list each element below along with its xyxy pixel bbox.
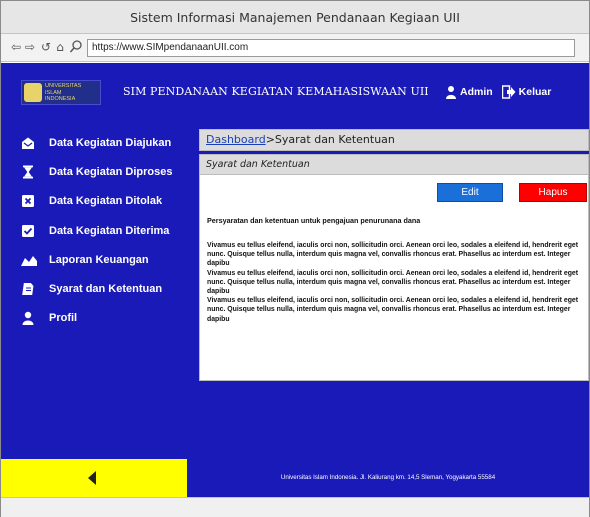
university-logo[interactable]: UNIVERSITAS ISLAM INDONESIA [21, 80, 101, 105]
app-header: UNIVERSITAS ISLAM INDONESIA SIM PENDANAA… [1, 63, 589, 121]
sidebar-item-profil[interactable]: Profil [21, 309, 77, 327]
back-icon[interactable]: ⇦ [9, 40, 23, 54]
seal-icon [24, 83, 42, 102]
sidebar-item-label: Data Kegiatan Diterima [49, 225, 170, 237]
logout-link[interactable]: Keluar [519, 86, 552, 98]
sidebar-item-label: Syarat dan Ketentuan [49, 283, 163, 295]
terms-body: Vivamus eu tellus eleifend, iaculis orci… [207, 241, 587, 324]
reload-icon[interactable]: ↺ [39, 40, 53, 54]
sidebar-item-ditolak[interactable]: Data Kegiatan Ditolak [21, 192, 162, 210]
user-icon [22, 311, 34, 325]
sidebar-item-diproses[interactable]: Data Kegiatan Diproses [21, 163, 172, 181]
chevron-left-icon[interactable] [88, 471, 96, 485]
forward-icon[interactable]: ⇨ [23, 40, 37, 54]
sidebar-item-label: Profil [49, 312, 78, 324]
hourglass-icon [23, 165, 33, 179]
delete-button[interactable]: Hapus [519, 183, 587, 202]
breadcrumb-separator: > [265, 133, 275, 146]
user-area: Admin Keluar [445, 84, 551, 100]
edit-button[interactable]: Edit [437, 183, 503, 202]
app-title: SIM PENDANAAN KEGIATAN KEMAHASISWAAN UII [123, 85, 429, 98]
logout-icon [501, 85, 516, 99]
window-title: Sistem Informasi Manajemen Pendanaan Keg… [1, 1, 589, 34]
footer-address: Universitas Islam Indonesia. Jl. Kaliura… [187, 459, 589, 497]
browser-statusbar [1, 497, 589, 517]
document-icon [22, 283, 34, 295]
sidebar-collapse-area[interactable] [1, 459, 187, 497]
inbox-icon [22, 137, 34, 149]
panel-title: Syarat dan Ketentuan [200, 155, 588, 175]
sidebar-item-diterima[interactable]: Data Kegiatan Diterima [21, 222, 169, 240]
terms-paragraph: Vivamus eu tellus eleifend, iaculis orci… [207, 297, 579, 323]
x-box-icon [22, 195, 34, 207]
sidebar-item-label: Data Kegiatan Diajukan [49, 137, 172, 149]
terms-panel: Syarat dan Ketentuan Edit Hapus Persyara… [199, 154, 589, 381]
admin-link[interactable]: Admin [460, 86, 493, 98]
breadcrumb-current: Syarat dan Ketentuan [274, 133, 395, 146]
sidebar-item-syarat[interactable]: Syarat dan Ketentuan [21, 280, 162, 298]
browser-window: Sistem Informasi Manajemen Pendanaan Keg… [0, 0, 590, 517]
sidebar-item-label: Data Kegiatan Ditolak [49, 195, 163, 207]
browser-toolbar: ⇦ ⇨ ↺ ⌂ https://www.SIMpendanaanUII.com [1, 34, 589, 62]
sidebar: Data Kegiatan Diajukan Data Kegiatan Dip… [1, 121, 187, 459]
terms-subtitle: Persyaratan dan ketentuan untuk pengajua… [207, 216, 421, 225]
sidebar-item-diajukan[interactable]: Data Kegiatan Diajukan [21, 134, 171, 152]
sidebar-item-label: Laporan Keuangan [49, 254, 149, 266]
breadcrumb-dashboard-link[interactable]: Dashboard [206, 133, 266, 146]
terms-paragraph: Vivamus eu tellus eleifend, iaculis orci… [207, 242, 579, 268]
sidebar-item-laporan[interactable]: Laporan Keuangan [21, 251, 149, 269]
home-icon[interactable]: ⌂ [53, 40, 67, 54]
search-icon [69, 40, 82, 53]
terms-paragraph: Vivamus eu tellus eleifend, iaculis orci… [207, 269, 579, 296]
sidebar-item-label: Data Kegiatan Diproses [49, 166, 173, 178]
user-icon [446, 86, 456, 99]
breadcrumb: Dashboard>Syarat dan Ketentuan [199, 129, 589, 151]
url-input[interactable]: https://www.SIMpendanaanUII.com [87, 39, 575, 57]
chart-area-icon [21, 256, 37, 266]
check-box-icon [22, 225, 34, 237]
